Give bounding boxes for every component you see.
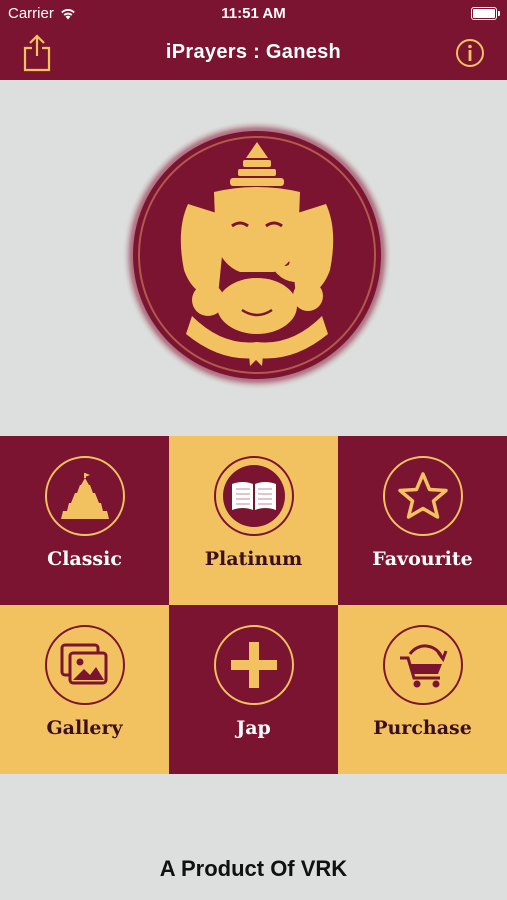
info-icon[interactable] bbox=[455, 38, 485, 68]
book-icon bbox=[222, 465, 285, 527]
footer-credit: A Product Of VRK bbox=[159, 856, 348, 881]
classic-tile[interactable]: Classic bbox=[0, 436, 169, 605]
gallery-tile[interactable]: Gallery bbox=[0, 605, 169, 774]
favourite-label: Favourite bbox=[372, 548, 473, 570]
gallery-icon-circle bbox=[44, 625, 125, 705]
classic-icon-circle bbox=[44, 456, 125, 536]
favourite-tile[interactable]: Favourite bbox=[338, 436, 507, 605]
status-bar: Carrier 11:51 AM bbox=[0, 0, 507, 28]
platinum-icon-circle bbox=[213, 456, 294, 536]
favourite-icon-circle bbox=[382, 456, 463, 536]
clock: 11:51 AM bbox=[221, 5, 286, 22]
temple-icon bbox=[60, 473, 109, 519]
menu-grid: Classic Platinum Favourite Gallery Jap P… bbox=[0, 436, 507, 774]
ganesh-emblem-icon bbox=[122, 120, 392, 390]
page-title: iPrayers : Ganesh bbox=[165, 41, 342, 63]
jap-label: Jap bbox=[236, 717, 271, 739]
classic-label: Classic bbox=[47, 548, 122, 570]
navigation-bar: iPrayers : Ganesh bbox=[0, 28, 507, 80]
plus-icon bbox=[230, 642, 277, 688]
platinum-label: Platinum bbox=[204, 548, 303, 570]
battery-icon bbox=[471, 7, 500, 20]
gallery-label: Gallery bbox=[46, 717, 123, 739]
purchase-icon-circle bbox=[382, 625, 463, 705]
cart-icon bbox=[399, 644, 447, 688]
jap-icon-circle bbox=[213, 625, 294, 705]
purchase-tile[interactable]: Purchase bbox=[338, 605, 507, 774]
ganesh-logo bbox=[122, 120, 392, 390]
gallery-icon bbox=[60, 643, 107, 685]
platinum-tile[interactable]: Platinum bbox=[169, 436, 338, 605]
star-icon bbox=[397, 472, 448, 519]
jap-tile[interactable]: Jap bbox=[169, 605, 338, 774]
purchase-label: Purchase bbox=[373, 717, 472, 739]
